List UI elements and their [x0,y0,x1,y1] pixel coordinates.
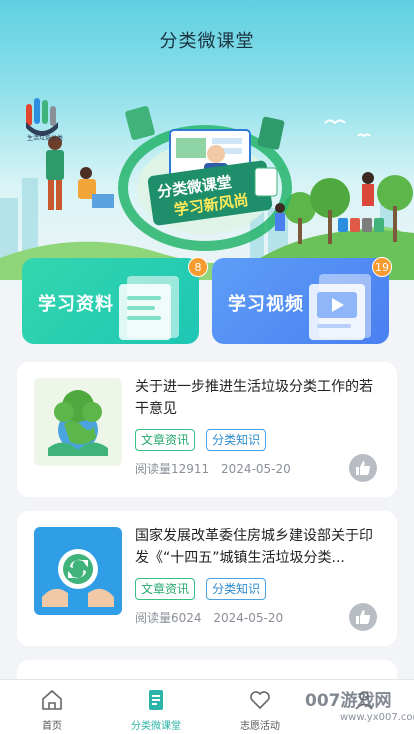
tab-micro-classroom[interactable]: 分类微课堂 [104,680,208,734]
video-play-icon [309,274,371,340]
reads-count: 12911 [171,462,210,476]
heart-icon [250,691,270,710]
tab-volunteer-activities[interactable]: 志愿活动 [208,680,312,734]
thumbs-up-icon [356,461,371,475]
study-materials-label: 学习资料 [38,294,114,315]
reads-label: 阅读量 [135,462,172,476]
watermark-text: 007游戏网 [305,691,392,711]
logo-text: 生活垃圾分类 [26,135,63,142]
reads-label: 阅读量 [135,611,172,625]
article-tags: 文章资讯 分类知识 [135,578,272,600]
article-card[interactable]: 关于进一步推进生活垃圾分类工作的若干意见 文章资讯 分类知识 阅读量12911 … [17,362,397,497]
book-icon [149,690,163,710]
tab-micro-classroom-label: 分类微课堂 [131,721,181,732]
document-icon [119,276,179,340]
reads-count: 6024 [171,611,202,625]
publish-date: 2024-05-20 [221,462,291,476]
category-cards: 学习资料 学习视频 8 19 [22,257,392,344]
tag-article-news[interactable]: 文章资讯 [135,429,196,451]
article-title: 国家发展改革委住房城乡建设部关于印发《“十四五”城镇生活垃圾分类... [135,528,373,566]
article-meta: 阅读量6024 2024-05-20 [135,609,283,626]
article-meta: 阅读量12911 2024-05-20 [135,460,291,477]
tag-classification-knowledge[interactable]: 分类知识 [206,578,267,600]
study-materials-count-badge: 8 [188,257,208,277]
thumbs-up-icon [356,610,371,624]
hero-header: 分类微课堂 分类微课堂 学习新风尚 生活垃圾分类 [0,0,414,300]
study-videos-card[interactable]: 学习视频 [212,258,389,344]
banner-illustration[interactable]: 分类微课堂 学习新风尚 [0,58,414,280]
tag-article-news[interactable]: 文章资讯 [135,578,196,600]
page-title: 分类微课堂 [159,31,255,52]
like-button[interactable] [349,454,377,482]
tab-volunteer-activities-label: 志愿活动 [240,721,280,732]
study-videos-label: 学习视频 [228,294,304,315]
tab-home[interactable]: 首页 [0,680,104,734]
like-button[interactable] [349,603,377,631]
study-videos-count-badge: 19 [372,257,392,277]
study-materials-card[interactable]: 学习资料 [22,258,199,344]
article-thumbnail [34,378,122,466]
publish-date: 2024-05-20 [213,611,284,625]
home-icon [42,689,62,710]
tab-home-label: 首页 [42,721,62,732]
article-tags: 文章资讯 分类知识 [135,429,272,451]
tag-classification-knowledge[interactable]: 分类知识 [206,429,267,451]
article-thumbnail [34,527,122,615]
article-title: 关于进一步推进生活垃圾分类工作的若干意见 [135,379,373,417]
watermark-url: www.yx007.com [340,712,414,723]
article-card[interactable]: 国家发展改革委住房城乡建设部关于印发《“十四五”城镇生活垃圾分类... 文章资讯… [17,511,397,646]
